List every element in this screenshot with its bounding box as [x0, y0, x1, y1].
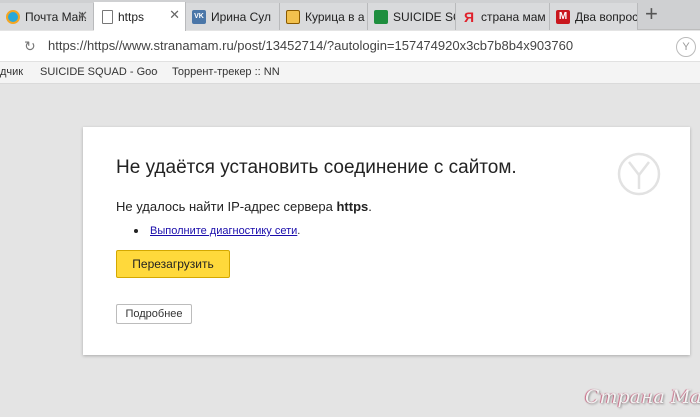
- tab-label: https: [118, 9, 145, 24]
- tab-label: Курица в а: [305, 9, 365, 24]
- tab-kuritsa[interactable]: Курица в а: [280, 3, 368, 30]
- browser-menu-icon[interactable]: Y: [676, 37, 696, 57]
- error-description-end: .: [368, 199, 372, 214]
- error-description: Не удалось найти IP-адрес сервера https.: [116, 199, 372, 214]
- vk-icon: VK: [192, 9, 206, 24]
- yandex-icon: Я: [463, 8, 475, 25]
- tab-label: Ирина Сул: [211, 9, 272, 24]
- suggestion-list: Выполните диагностику сети.: [134, 225, 300, 237]
- tab-mail[interactable]: Почта Mail. ✕: [0, 3, 94, 30]
- tab-label: страна мам: [481, 9, 546, 24]
- tab-https[interactable]: https ✕: [94, 2, 186, 31]
- sheets-icon: [374, 9, 388, 24]
- tab-label: Два вопрос: [575, 9, 637, 24]
- tab-sheets[interactable]: SUICIDE SQ: [368, 3, 456, 30]
- yandex-browser-logo-icon: [617, 152, 661, 196]
- bookmark-item[interactable]: SUICIDE SQUAD - Goog: [40, 66, 158, 78]
- error-title: Не удаётся установить соединение с сайто…: [116, 157, 517, 178]
- bullet-icon: [134, 229, 138, 233]
- watermark-logo: Страна Мам: [585, 386, 700, 408]
- page-icon: [102, 9, 113, 24]
- error-card: Не удаётся установить соединение с сайто…: [83, 127, 690, 355]
- tab-vk[interactable]: VK Ирина Сул: [186, 3, 280, 30]
- m-icon: M: [556, 9, 570, 24]
- tab-dva-voprosa[interactable]: M Два вопрос: [550, 3, 638, 30]
- bookmarks-bar: дчик SUICIDE SQUAD - Goog Торрент-трекер…: [0, 62, 700, 84]
- details-button[interactable]: Подробнее: [116, 304, 192, 324]
- tab-close-icon[interactable]: ✕: [169, 8, 180, 21]
- mail-ru-icon: [6, 9, 20, 24]
- tab-stranamam[interactable]: Я страна мам: [456, 3, 550, 30]
- reload-button[interactable]: Перезагрузить: [116, 250, 230, 278]
- error-host: https: [336, 199, 369, 214]
- url-field[interactable]: https://https//www.stranamam.ru/post/134…: [48, 38, 573, 53]
- reload-icon[interactable]: ↻: [24, 38, 36, 55]
- address-bar: ↻ https://https//www.stranamam.ru/post/1…: [0, 31, 700, 62]
- tab-strip: Почта Mail. ✕ https ✕ VK Ирина Сул Куриц…: [0, 0, 700, 31]
- new-tab-icon[interactable]: +: [645, 3, 658, 25]
- suggestion-end: .: [297, 225, 301, 237]
- bookmark-item[interactable]: дчик: [0, 66, 23, 78]
- bookmark-item[interactable]: Торрент-трекер :: NNM: [172, 66, 280, 78]
- network-diagnostics-link[interactable]: Выполните диагностику сети: [150, 225, 297, 237]
- bookmark-site-icon: [286, 9, 300, 24]
- tab-close-icon[interactable]: ✕: [77, 9, 88, 22]
- tab-label: SUICIDE SQ: [393, 9, 455, 24]
- error-description-text: Не удалось найти IP-адрес сервера: [116, 199, 337, 214]
